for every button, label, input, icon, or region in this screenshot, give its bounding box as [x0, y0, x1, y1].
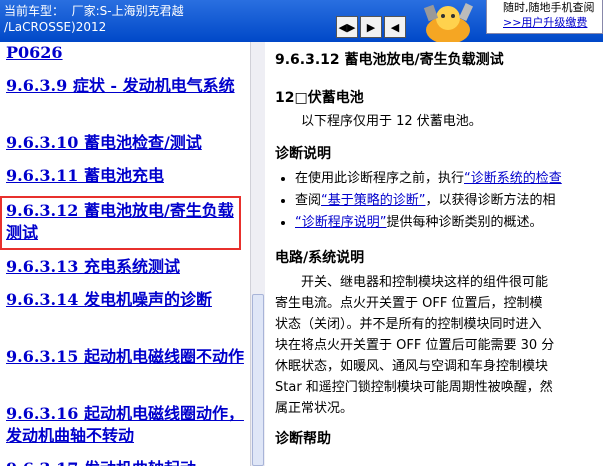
list-item: 在使用此诊断程序之前，执行“诊断系统的检查 — [295, 168, 593, 190]
bullet-text: 查阅 — [295, 193, 322, 208]
promo-text: 随时,随地手机查阅 — [503, 1, 595, 14]
toc-link[interactable]: 9.6.3.17 发动机曲轴起动 — [6, 458, 244, 466]
list-item: “诊断程序说明”提供每种诊断类别的概述。 — [295, 212, 593, 234]
toc-item-96316[interactable]: 9.6.3.16 起动机电磁线圈动作，发动机曲轴不转动 — [6, 403, 244, 447]
section-heading-help: 诊断帮助 — [275, 431, 331, 447]
system-check-link[interactable]: “诊断系统的检查 — [464, 171, 562, 186]
bullet-text: 在使用此诊断程序之前，执行 — [295, 171, 465, 186]
toc-link[interactable]: P0626 — [6, 42, 244, 64]
vehicle-line-2: /LaCROSSE)2012 — [4, 20, 107, 34]
document-title: 9.6.3.12 蓄电池放电/寄生负载测试 — [275, 52, 504, 68]
circuit-text-line: 状态（关闭）。并不是所有的控制模块同时进入 — [275, 317, 542, 332]
document-pane: 9.6.3.12 蓄电池放电/寄生负载测试 12□伏蓄电池 以下程序仅用于 12… — [265, 42, 603, 466]
toc-link[interactable]: 9.6.3.15 起动机电磁线圈不动作 — [6, 346, 244, 368]
toc-item-96315[interactable]: 9.6.3.15 起动机电磁线圈不动作 — [6, 346, 244, 368]
section-heading-diagnostic: 诊断说明 — [275, 146, 331, 162]
toc-item-96317[interactable]: 9.6.3.17 发动机曲轴起动 — [6, 458, 244, 466]
sync-toc-button[interactable]: ◀▶ — [336, 16, 358, 38]
section-heading-battery: 12□伏蓄电池 — [275, 90, 364, 106]
toc-link[interactable]: 9.6.3.9 症状 - 发动机电气系统 — [6, 75, 244, 97]
toc-item-9639[interactable]: 9.6.3.9 症状 - 发动机电气系统 — [6, 75, 244, 97]
scrollbar-thumb[interactable] — [252, 294, 264, 466]
toc-link[interactable]: 9.6.3.11 蓄电池充电 — [6, 165, 244, 187]
circuit-text-line: 属正常状况。 — [275, 401, 354, 416]
prev-page-button[interactable]: ◀ — [384, 16, 406, 38]
toc-link[interactable]: 9.6.3.10 蓄电池检查/测试 — [6, 132, 244, 154]
strategy-diagnosis-link[interactable]: “基于策略的诊断” — [321, 193, 425, 208]
list-item: 查阅“基于策略的诊断”，以获得诊断方法的相 — [295, 190, 593, 212]
toc-link[interactable]: 9.6.3.16 起动机电磁线圈动作，发动机曲轴不转动 — [6, 403, 244, 447]
toc-pane: P0626 9.6.3.9 症状 - 发动机电气系统 9.6.3.10 蓄电池检… — [0, 42, 250, 466]
toc-link[interactable]: 9.6.3.13 充电系统测试 — [6, 256, 244, 278]
vehicle-line-1: 当前车型： 厂家:S-上海别克君越 — [4, 4, 184, 18]
toc-item-p0626[interactable]: P0626 — [6, 42, 244, 64]
toc-item-96313[interactable]: 9.6.3.13 充电系统测试 — [6, 256, 244, 278]
document-content: 9.6.3.12 蓄电池放电/寄生负载测试 12□伏蓄电池 以下程序仅用于 12… — [265, 50, 603, 449]
circuit-text-line: 块在将点火开关置于 OFF 位置后可能需要 30 分 — [275, 338, 555, 353]
top-bar: 当前车型： 厂家:S-上海别克君越 /LaCROSSE)2012 ◀▶ ▶ ◀ … — [0, 0, 603, 42]
selected-item-highlight — [0, 196, 241, 250]
bullet-text: ，以获得诊断方法的相 — [425, 193, 556, 208]
next-page-button[interactable]: ▶ — [360, 16, 382, 38]
toc-link[interactable]: 9.6.3.14 发电机噪声的诊断 — [6, 289, 244, 311]
toc-item-96314[interactable]: 9.6.3.14 发电机噪声的诊断 — [6, 289, 244, 311]
circuit-text-line: 寄生电流。点火开关置于 OFF 位置后，控制模 — [275, 296, 543, 311]
current-vehicle-info: 当前车型： 厂家:S-上海别克君越 /LaCROSSE)2012 — [4, 3, 264, 35]
promo-box: 随时,随地手机查阅 >>用户升级缴费 — [486, 0, 603, 34]
mascot-icon — [423, 3, 474, 42]
section-heading-circuit: 电路/系统说明 — [275, 250, 365, 266]
toc-scrollbar[interactable] — [250, 42, 265, 466]
section-text-battery: 以下程序仅用于 12 伏蓄电池。 — [301, 114, 482, 129]
circuit-text-line: 开关、继电器和控制模块这样的组件很可能 — [301, 275, 549, 290]
bullet-text: 提供每种诊断类别的概述。 — [386, 215, 543, 230]
toc-item-96311[interactable]: 9.6.3.11 蓄电池充电 — [6, 165, 244, 187]
circuit-text-line: 休眠状态，如暖风、通风与空调和车身控制模块 — [275, 359, 549, 374]
nav-buttons: ◀▶ ▶ ◀ — [336, 16, 406, 38]
upgrade-link[interactable]: >>用户升级缴费 — [503, 15, 602, 30]
circuit-text-line: Star 和遥控门锁控制模块可能周期性被唤醒，然 — [275, 380, 553, 395]
toc-item-96310[interactable]: 9.6.3.10 蓄电池检查/测试 — [6, 132, 244, 154]
diagnostic-list: 在使用此诊断程序之前，执行“诊断系统的检查 查阅“基于策略的诊断”，以获得诊断方… — [275, 168, 593, 234]
procedure-description-link[interactable]: “诊断程序说明” — [295, 215, 386, 230]
